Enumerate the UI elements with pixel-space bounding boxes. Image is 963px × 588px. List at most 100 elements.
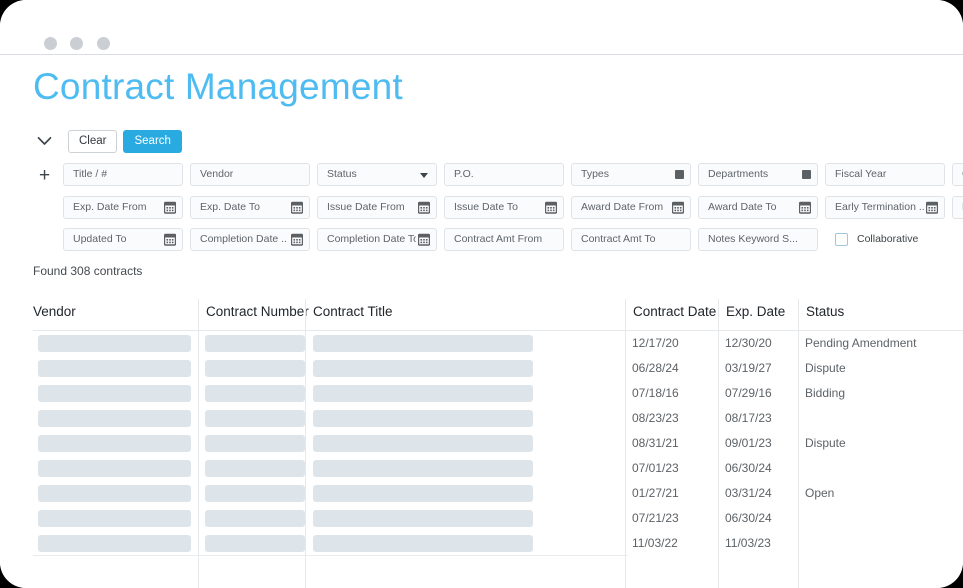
column-header-status[interactable]: Status [798,299,844,330]
filter-issue-date-from-label: Issue Date From [327,197,416,218]
filter-departments[interactable]: Departments [698,163,818,186]
filter-types-label: Types [581,164,670,185]
cell-contract-date: 07/18/16 [632,381,679,406]
filter-po[interactable]: P.O. [444,163,564,186]
filter-contract-amt-to-label: Contract Amt To [581,229,670,250]
calendar-icon[interactable] [672,201,684,214]
calendar-icon[interactable] [164,233,176,246]
cell-contract-title-redacted [313,385,533,402]
table-row[interactable]: 07/21/2306/30/24 [33,506,963,531]
cell-contract-number-redacted [205,410,305,427]
add-filter-icon[interactable]: + [39,166,50,185]
page-content: Contract Management Clear Search + Title… [0,56,963,588]
calendar-icon[interactable] [545,201,557,214]
search-button[interactable]: Search [123,130,181,153]
filter-award-date-from[interactable]: Award Date From [571,196,691,219]
chevron-down-icon[interactable] [33,130,55,152]
table-row[interactable]: 01/27/2103/31/24Open [33,481,963,506]
cell-contract-number-redacted [205,435,305,452]
filter-updated-to-label: Updated To [73,229,162,250]
clear-button[interactable]: Clear [68,130,117,153]
cell-contract-title-redacted [313,510,533,527]
filter-completion-date-from-label: Completion Date .. [200,229,289,250]
calendar-icon[interactable] [291,233,303,246]
cell-exp-date: 11/03/23 [725,531,771,556]
table-row[interactable]: 07/18/1607/29/16Bidding [33,381,963,406]
filter-issue-date-to[interactable]: Issue Date To [444,196,564,219]
filter-early-termination-to-clipped[interactable]: Early T [952,196,963,219]
cell-contract-date: 01/27/21 [632,481,679,506]
cell-exp-date: 09/01/23 [725,431,772,456]
collaborative-checkbox[interactable] [835,233,848,246]
column-header-contract-number[interactable]: Contract Number [198,299,309,330]
table-row[interactable]: 12/17/2012/30/20Pending Amendment [33,331,963,356]
column-header-vendor[interactable]: Vendor [33,299,76,325]
calendar-icon[interactable] [418,233,430,246]
cell-contract-title-redacted [313,535,533,552]
cell-exp-date: 06/30/24 [725,456,772,481]
column-header-exp-date[interactable]: Exp. Date [718,299,785,330]
filter-notes-keyword-search-label: Notes Keyword S... [708,229,797,250]
filter-contract-amt-from-label: Contract Amt From [454,229,543,250]
table-row[interactable]: 07/01/23 06/30/24 [33,456,963,481]
filter-completion-date-to[interactable]: Completion Date To [317,228,437,251]
filter-contract-clipped[interactable]: Contra [952,163,963,186]
filter-contract-amt-to[interactable]: Contract Amt To [571,228,691,251]
filter-fiscal-year[interactable]: Fiscal Year [825,163,945,186]
table-row[interactable]: 08/23/2308/17/23 [33,406,963,431]
filter-types[interactable]: Types [571,163,691,186]
cell-contract-title-redacted [313,335,533,352]
cell-contract-title-redacted [313,485,533,502]
cell-contract-title-redacted [313,360,533,377]
results-table: Vendor Contract Number Contract Title Co… [33,299,963,556]
cell-status: Dispute [805,431,846,456]
filter-issue-date-from[interactable]: Issue Date From [317,196,437,219]
filter-contract-amt-from[interactable]: Contract Amt From [444,228,564,251]
filter-row-1: Title / # Vendor Status P.O. Types Dep [63,163,963,186]
window-dot-close[interactable] [44,37,57,50]
calendar-icon[interactable] [926,201,938,214]
calendar-icon[interactable] [799,201,811,214]
cell-exp-date: 06/30/24 [725,506,772,531]
cell-exp-date: 08/17/23 [725,406,772,431]
filter-early-termination-from[interactable]: Early Termination .. [825,196,945,219]
window-dot-maximize[interactable] [97,37,110,50]
filter-award-date-to[interactable]: Award Date To [698,196,818,219]
multiselect-square-icon [675,170,684,179]
filter-exp-date-to-label: Exp. Date To [200,197,289,218]
filter-status-label: Status [327,164,416,185]
cell-contract-number-redacted [205,335,305,352]
cell-contract-date: 12/17/20 [632,331,679,356]
cell-contract-title-redacted [313,410,533,427]
filter-exp-date-from[interactable]: Exp. Date From [63,196,183,219]
filter-vendor[interactable]: Vendor [190,163,310,186]
cell-contract-date: 07/01/23 [632,456,679,481]
calendar-icon[interactable] [164,201,176,214]
cell-contract-number-redacted [205,460,305,477]
cell-exp-date: 07/29/16 [725,381,772,406]
cell-vendor-redacted [38,335,191,352]
filter-updated-to[interactable]: Updated To [63,228,183,251]
cell-vendor-redacted [38,360,191,377]
column-header-contract-date[interactable]: Contract Date [625,299,716,330]
browser-window: Contract Management Clear Search + Title… [0,0,963,588]
calendar-icon[interactable] [418,201,430,214]
filter-completion-date-from[interactable]: Completion Date .. [190,228,310,251]
table-row[interactable]: 08/31/2109/01/23Dispute [33,431,963,456]
filter-status[interactable]: Status [317,163,437,186]
filter-title-number[interactable]: Title / # [63,163,183,186]
calendar-icon[interactable] [291,201,303,214]
filter-title-number-label: Title / # [73,164,162,185]
cell-contract-number-redacted [205,385,305,402]
filter-exp-date-to[interactable]: Exp. Date To [190,196,310,219]
results-count: Found 308 contracts [33,264,142,278]
table-row[interactable]: 11/03/2211/03/23 [33,531,963,556]
column-header-contract-title[interactable]: Contract Title [305,299,393,330]
filter-early-termination-from-label: Early Termination .. [835,197,924,218]
filter-exp-date-from-label: Exp. Date From [73,197,162,218]
filter-notes-keyword-search[interactable]: Notes Keyword S... [698,228,818,251]
table-row[interactable]: 06/28/2403/19/27Dispute [33,356,963,381]
table-header-row: Vendor Contract Number Contract Title Co… [33,299,963,331]
window-dot-minimize[interactable] [70,37,83,50]
cell-status: Open [805,481,834,506]
